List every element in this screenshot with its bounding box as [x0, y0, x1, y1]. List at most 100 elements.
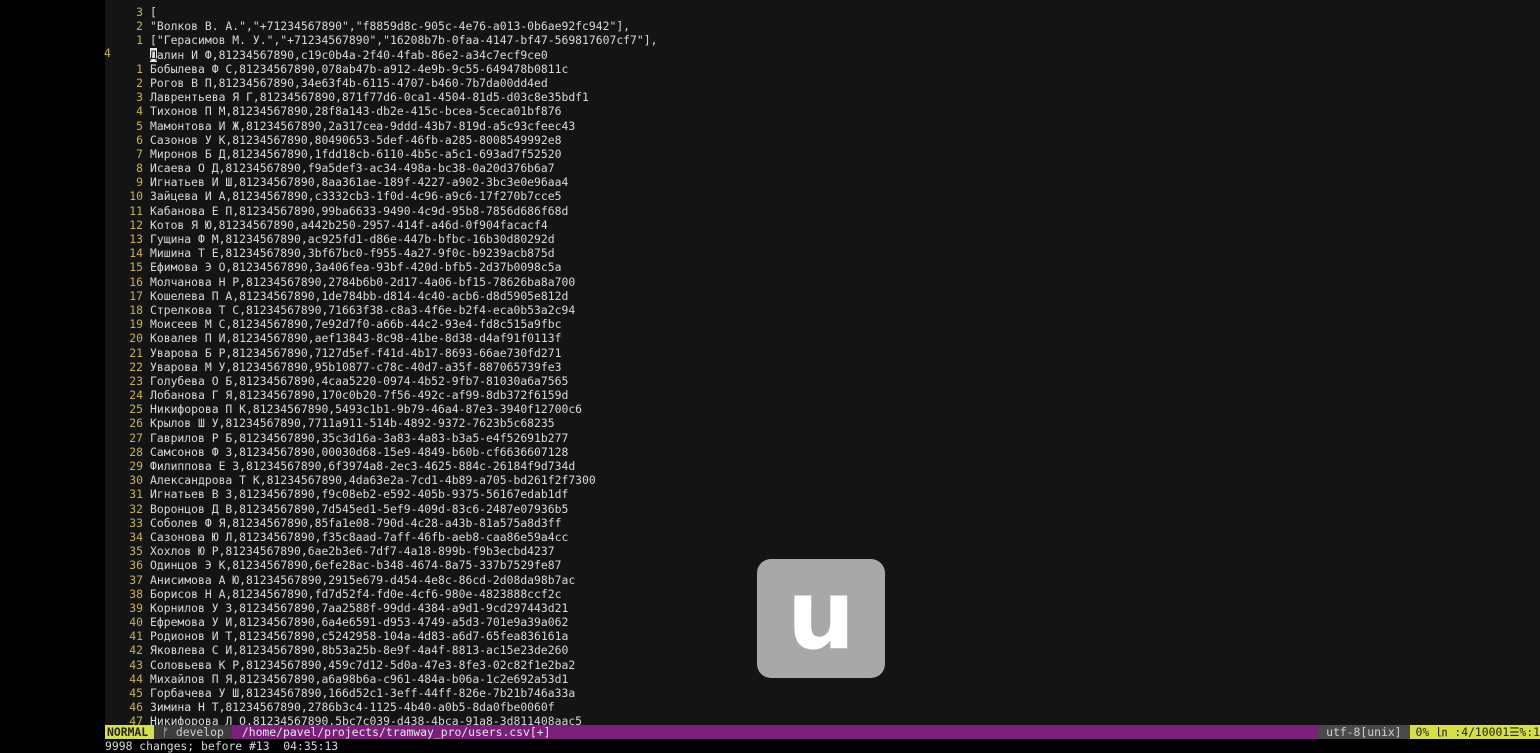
editor-line[interactable]: 31 Игнатьев В З,81234567890,f9c08eb2-e592…	[105, 487, 1540, 501]
line-text: Далин И Ф,81234567890,c19c0b4a-2f40-4fab…	[143, 47, 548, 62]
editor-line[interactable]: 21 Уварова Б Р,81234567890,7127d5ef-f41d-…	[105, 346, 1540, 360]
editor-line[interactable]: 2 "Волков В. А.","+71234567890","f8859d8c…	[105, 19, 1540, 33]
line-text: "Волков В. А.","+71234567890","f8859d8c-…	[150, 19, 631, 34]
line-number: 4	[136, 104, 143, 119]
line-text: Зимина Н Т,81234567890,2786b3c4-1125-4b4…	[150, 700, 555, 715]
line-number: 7	[136, 146, 143, 161]
line-number: 22	[129, 359, 143, 374]
line-text: Крылов Ш У,81234567890,7711a911-514b-489…	[150, 416, 555, 431]
editor-line[interactable]: 1 Бобылева Ф С,81234567890,078ab47b-a912-…	[105, 62, 1540, 76]
line-number: 6	[136, 132, 143, 147]
watermark-logo: u	[757, 559, 885, 678]
editor-line[interactable]: 3 Лаврентьева Я Г,81234567890,871f77d6-0c…	[105, 90, 1540, 104]
editor-line[interactable]: 12 Котов Я Ю,81234567890,a442b250-2957-41…	[105, 218, 1540, 232]
editor-line[interactable]: 10 Зайцева И А,81234567890,c3332cb3-1f0d-…	[105, 189, 1540, 203]
line-text: Соболев Ф Я,81234567890,85fa1e08-790d-4c…	[150, 515, 562, 530]
vim-statusline: NORMAL ᚠ develop /home/pavel/projects/tr…	[105, 725, 1540, 739]
line-number: 12	[129, 217, 143, 232]
line-text: Бобылева Ф С,81234567890,078ab47b-a912-4…	[150, 61, 569, 76]
line-number: 36	[129, 558, 143, 573]
line-number: 40	[129, 615, 143, 630]
editor-line[interactable]: 5 Мамонтова И Ж,81234567890,2a317cea-9ddd…	[105, 119, 1540, 133]
editor-line[interactable]: 14 Мишина Т Е,81234567890,3bf67bc0-f955-4…	[105, 246, 1540, 260]
editor-line[interactable]: 1 ["Герасимов М. У.","+71234567890","1620…	[105, 33, 1540, 47]
cursor-line-number: 4	[104, 46, 111, 60]
editor-line[interactable]: 17 Кошелева П А,81234567890,1de784bb-d814…	[105, 289, 1540, 303]
line-text: Одинцов Э К,81234567890,6efe28ac-b348-46…	[150, 558, 562, 573]
line-text: Исаева О Д,81234567890,f9a5def3-ac34-498…	[150, 161, 555, 176]
editor-line[interactable]: 9 Игнатьев И Ш,81234567890,8aa361ae-189f-…	[105, 175, 1540, 189]
editor-line[interactable]: 2 Рогов В П,81234567890,34e63f4b-6115-470…	[105, 76, 1540, 90]
line-number: 20	[129, 331, 143, 346]
line-text: Хохлов Ю Р,81234567890,6ae2b3e6-7df7-4a1…	[150, 544, 555, 559]
editor-line[interactable]: 35 Хохлов Ю Р,81234567890,6ae2b3e6-7df7-4…	[105, 544, 1540, 558]
line-text: Воронцов Д В,81234567890,7d545ed1-5ef9-4…	[150, 501, 569, 516]
editor-line[interactable]: 28 Самсонов Ф З,81234567890,00030d68-15e9…	[105, 445, 1540, 459]
line-number: 28	[129, 444, 143, 459]
line-text: Кошелева П А,81234567890,1de784bb-d814-4…	[150, 288, 569, 303]
editor-line[interactable]: 26 Крылов Ш У,81234567890,7711a911-514b-4…	[105, 416, 1540, 430]
line-number: 13	[129, 232, 143, 246]
line-text: ["Герасимов М. У.","+71234567890","16208…	[150, 33, 658, 48]
line-text: Гущина Ф М,81234567890,ac925fd1-d86e-447…	[150, 232, 555, 246]
line-number: 10	[129, 189, 143, 204]
file-encoding: utf-8[unix]	[1318, 725, 1410, 739]
line-number: 23	[129, 373, 143, 388]
line-number: 41	[129, 629, 143, 644]
line-number: 11	[129, 203, 143, 218]
editor-line[interactable]: 7 Миронов Б Д,81234567890,1fdd18cb-6110-4…	[105, 147, 1540, 161]
editor-line[interactable]: 3[	[105, 5, 1540, 19]
line-text: Игнатьев И Ш,81234567890,8aa361ae-189f-4…	[150, 175, 569, 190]
editor-line[interactable]: 33 Соболев Ф Я,81234567890,85fa1e08-790d-…	[105, 516, 1540, 530]
text-cursor: Д	[150, 47, 157, 62]
editor-line[interactable]: 29 Филиппова Е З,81234567890,6f3974a8-2ec…	[105, 459, 1540, 473]
editor-line[interactable]: 34 Сазонова Ю Л,81234567890,f35c8aad-7aff…	[105, 530, 1540, 544]
line-number: 15	[129, 260, 143, 275]
editor-line[interactable]: Далин И Ф,81234567890,c19c0b4a-2f40-4fab…	[105, 47, 1540, 62]
line-text: Родионов И Т,81234567890,c5242958-104a-4…	[150, 629, 569, 644]
line-text: Тихонов П М,81234567890,28f8a143-db2e-41…	[150, 104, 562, 119]
line-text: Корнилов У З,81234567890,7aa2588f-99dd-4…	[150, 600, 569, 615]
editor-line[interactable]: 30 Александрова Т К,81234567890,4da63e2a-…	[105, 473, 1540, 487]
line-text: Лобанова Г Я,81234567890,170c0b20-7f56-4…	[150, 388, 569, 403]
line-number: 21	[129, 345, 143, 360]
editor-line[interactable]: 19 Моисеев М С,81234567890,7e92d7f0-a66b-…	[105, 317, 1540, 331]
line-text: Зайцева И А,81234567890,c3332cb3-1f0d-4c…	[150, 189, 562, 204]
editor-line[interactable]: 32 Воронцов Д В,81234567890,7d545ed1-5ef9…	[105, 502, 1540, 516]
editor-line[interactable]: 24 Лобанова Г Я,81234567890,170c0b20-7f56…	[105, 388, 1540, 402]
line-text: Соловьева К Р,81234567890,459c7d12-5d0a-…	[150, 657, 576, 672]
editor-line[interactable]: 18 Стрелкова Т С,81234567890,71663f38-c8a…	[105, 303, 1540, 317]
editor-line[interactable]: 45 Горбачева У Ш,81234567890,166d52c1-3ef…	[105, 686, 1540, 700]
line-number: 2	[136, 19, 143, 34]
line-number: 43	[129, 657, 143, 672]
editor-line[interactable]: 11 Кабанова Е П,81234567890,99ba6633-9490…	[105, 204, 1540, 218]
line-number: 38	[129, 586, 143, 601]
line-text: Стрелкова Т С,81234567890,71663f38-c8a3-…	[150, 302, 576, 317]
line-text: Александрова Т К,81234567890,4da63e2a-7c…	[150, 473, 596, 488]
editor-line[interactable]: 13 Гущина Ф М,81234567890,ac925fd1-d86e-4…	[105, 232, 1540, 246]
line-number: 5	[136, 118, 143, 133]
editor-line[interactable]: 23 Голубева О Б,81234567890,4caa5220-0974…	[105, 374, 1540, 388]
line-text: Гаврилов Р Б,81234567890,35c3d16a-3a83-4…	[150, 430, 569, 445]
line-number: 2	[136, 75, 143, 90]
editor-line[interactable]: 46 Зимина Н Т,81234567890,2786b3c4-1125-4…	[105, 700, 1540, 714]
line-number: 33	[129, 515, 143, 530]
editor-line[interactable]: 8 Исаева О Д,81234567890,f9a5def3-ac34-49…	[105, 161, 1540, 175]
line-number: 26	[129, 416, 143, 431]
editor-line[interactable]: 4 Тихонов П М,81234567890,28f8a143-db2e-4…	[105, 104, 1540, 118]
line-text: Самсонов Ф З,81234567890,00030d68-15e9-4…	[150, 444, 569, 459]
editor-line[interactable]: 16 Молчанова Н Р,81234567890,2784b6b0-2d1…	[105, 275, 1540, 289]
editor-line[interactable]: 27 Гаврилов Р Б,81234567890,35c3d16a-3a83…	[105, 431, 1540, 445]
editor-line[interactable]: 15 Ефимова Э О,81234567890,3a406fea-93bf-…	[105, 260, 1540, 274]
editor-line[interactable]: 20 Ковалев П И,81234567890,aef13843-8c98-…	[105, 331, 1540, 345]
line-number: 35	[129, 544, 143, 559]
mode-indicator: NORMAL	[105, 725, 155, 739]
editor-line[interactable]: 22 Уварова М У,81234567890,95b10877-c78c-…	[105, 360, 1540, 374]
file-path: /home/pavel/projects/tramway_pro/users.c…	[241, 725, 551, 739]
cursor-position: 0% ㏑ :4/10001☰%:1	[1409, 725, 1540, 739]
command-message-line: 9998 changes; before #13 04:35:13	[105, 739, 339, 753]
editor-line[interactable]: 25 Никифорова П К,81234567890,5493c1b1-9b…	[105, 402, 1540, 416]
line-number: 1	[136, 61, 143, 76]
editor-line[interactable]: 6 Сазонов У К,81234567890,80490653-5def-4…	[105, 133, 1540, 147]
line-text: Моисеев М С,81234567890,7e92d7f0-a66b-44…	[150, 317, 562, 332]
